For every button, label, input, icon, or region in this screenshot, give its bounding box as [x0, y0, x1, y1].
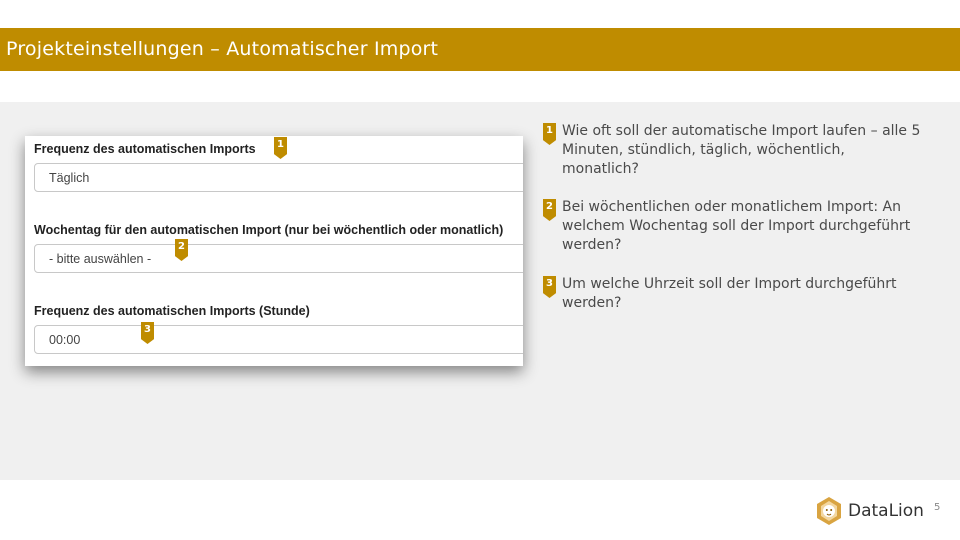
- frequency-select-value: Täglich: [49, 171, 90, 185]
- notes-list: 1 Wie oft soll der automatische Import l…: [543, 122, 923, 313]
- hour-select-value: 00:00: [49, 333, 81, 347]
- frequency-select[interactable]: Täglich: [34, 163, 523, 192]
- lion-head-icon: [817, 497, 841, 525]
- note-text-1: Wie oft soll der automatische Import lau…: [562, 123, 921, 177]
- hour-select[interactable]: 00:00: [34, 325, 523, 354]
- note-2: 2 Bei wöchentlichen oder monatlichem Imp…: [543, 198, 923, 255]
- hour-label: Frequenz des automatischen Imports (Stun…: [34, 304, 310, 318]
- marker-badge-1: 1: [274, 137, 287, 159]
- note-badge-2: 2: [543, 199, 556, 221]
- note-1: 1 Wie oft soll der automatische Import l…: [543, 122, 923, 179]
- weekday-select-value: - bitte auswählen -: [49, 252, 152, 266]
- weekday-label: Wochentag für den automatischen Import (…: [34, 223, 504, 237]
- note-badge-1: 1: [543, 123, 556, 145]
- title-bar: Projekteinstellungen – Automatischer Imp…: [0, 28, 960, 71]
- settings-form-screenshot: Frequenz des automatischen Imports 1 Täg…: [25, 136, 523, 366]
- page-title: Projekteinstellungen – Automatischer Imp…: [6, 38, 439, 60]
- frequency-label: Frequenz des automatischen Imports: [34, 142, 256, 156]
- note-badge-3: 3: [543, 276, 556, 298]
- note-3: 3 Um welche Uhrzeit soll der Import durc…: [543, 275, 923, 313]
- weekday-select[interactable]: - bitte auswählen -: [34, 244, 523, 273]
- page-number: 5: [934, 502, 941, 513]
- note-text-2: Bei wöchentlichen oder monatlichem Impor…: [562, 199, 911, 253]
- note-text-3: Um welche Uhrzeit soll der Import durchg…: [562, 276, 897, 311]
- brand-name: DataLion: [848, 501, 924, 521]
